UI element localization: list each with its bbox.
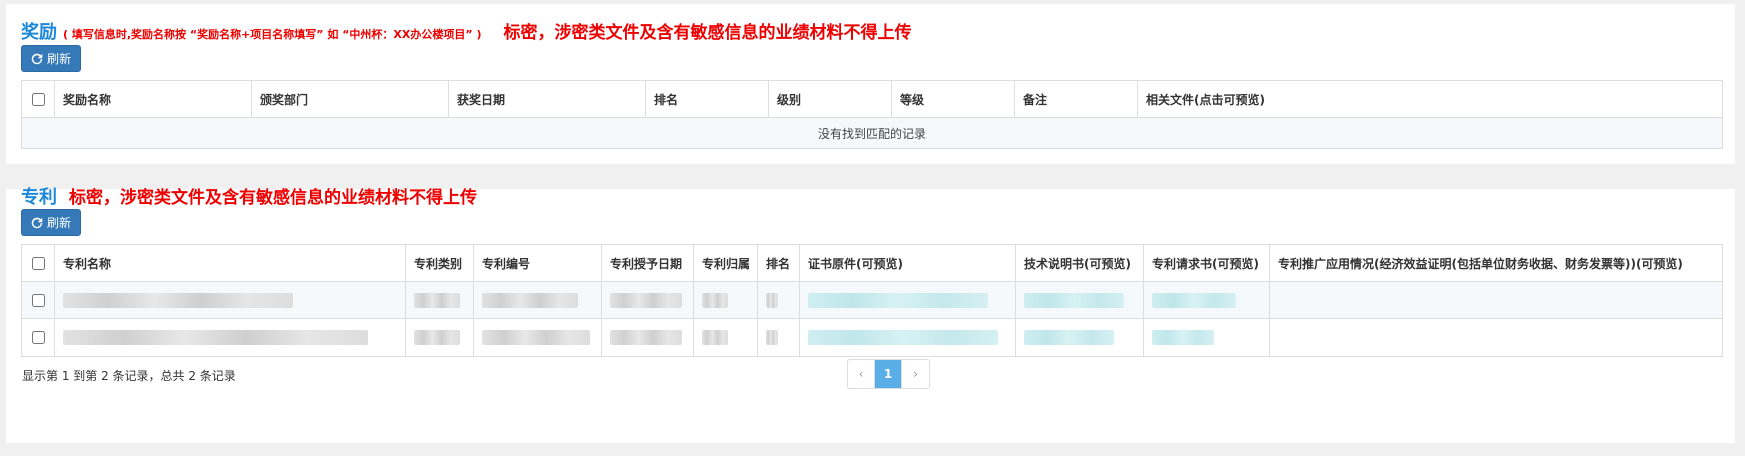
patents-col-header[interactable]: 证书原件(可预览) [800,245,1016,281]
redacted-text [766,330,778,345]
patent-owner-cell [694,319,758,356]
tech-spec-link-cell[interactable] [1016,319,1144,356]
patent-number-cell [474,319,602,356]
redacted-text [414,292,460,308]
row-checkbox[interactable] [31,331,45,344]
awards-col-header[interactable]: 获奖日期 [449,81,646,117]
redacted-text [482,330,590,345]
awards-warning: 标密，涉密类文件及含有敏感信息的业绩材料不得上传 [503,23,912,43]
application-link-cell [1270,282,1722,318]
redacted-link[interactable] [1024,292,1124,308]
patent-rank-cell [758,282,800,318]
redacted-link[interactable] [808,292,988,308]
patents-refresh-label: 刷新 [46,216,71,230]
awards-table: 奖励名称 颁奖部门 获奖日期 排名 级别 等级 备注 相关文件(点击可预览) 没… [21,80,1723,149]
patents-col-header[interactable]: 专利归属 [694,245,758,281]
awards-empty-text: 没有找到匹配的记录 [22,118,1722,148]
patent-number-cell [474,282,602,318]
tech-spec-link-cell[interactable] [1016,282,1144,318]
awards-col-header[interactable]: 级别 [769,81,892,117]
patents-title-row: 专利 标密，涉密类文件及含有敏感信息的业绩材料不得上传 [21,183,477,209]
redacted-text [610,292,682,308]
row-select-cell [22,282,55,318]
patents-col-header[interactable]: 专利名称 [55,245,406,281]
awards-refresh-button[interactable]: 刷新 [21,45,81,72]
patents-col-header[interactable]: 专利推广应用情况(经济效益证明(包括单位财务收据、财务发票等))(可预览) [1270,245,1722,281]
patent-rank-cell [758,319,800,356]
refresh-icon [31,53,43,64]
table-row[interactable] [22,319,1722,356]
patents-col-header[interactable]: 专利编号 [474,245,602,281]
awards-empty-row: 没有找到匹配的记录 [22,118,1722,148]
patents-col-header[interactable]: 专利请求书(可预览) [1144,245,1270,281]
awards-title: 奖励 [21,22,57,43]
patent-name-cell [55,282,406,318]
awards-col-header[interactable]: 备注 [1015,81,1138,117]
refresh-icon [31,217,43,228]
patent-category-cell [406,319,474,356]
table-row[interactable] [22,282,1722,319]
patent-date-cell [602,319,694,356]
redacted-link[interactable] [1152,292,1236,308]
redacted-link[interactable] [1024,330,1114,345]
redacted-text [63,330,368,345]
awards-panel: 奖励 ( 填写信息时,奖励名称按 “奖励名称+项目名称填写” 如 “中州杯：XX… [6,4,1735,164]
awards-col-header[interactable]: 相关文件(点击可预览) [1138,81,1722,117]
patents-select-all-cell [22,245,55,281]
awards-col-header[interactable]: 等级 [892,81,1015,117]
pagination-info: 显示第 1 到第 2 条记录，总共 2 条记录 [22,369,236,383]
patents-select-all-checkbox[interactable] [31,256,45,270]
pager-page-button[interactable]: 1 [875,360,902,388]
application-link-cell [1270,319,1722,356]
redacted-text [414,330,460,345]
request-link-cell[interactable] [1144,319,1270,356]
awards-title-row: 奖励 ( 填写信息时,奖励名称按 “奖励名称+项目名称填写” 如 “中州杯：XX… [21,18,911,44]
redacted-text [482,292,578,308]
patents-col-header[interactable]: 技术说明书(可预览) [1016,245,1144,281]
patents-panel: 专利 标密，涉密类文件及含有敏感信息的业绩材料不得上传 刷新 专利名称 专利类别… [6,187,1735,443]
awards-refresh-label: 刷新 [46,52,71,66]
redacted-text [702,292,728,308]
patents-col-header[interactable]: 排名 [758,245,800,281]
awards-select-all-cell [22,81,55,117]
patent-date-cell [602,282,694,318]
awards-col-header[interactable]: 颁奖部门 [252,81,449,117]
awards-col-header[interactable]: 奖励名称 [55,81,252,117]
patents-title: 专利 [21,187,57,208]
patents-warning: 标密，涉密类文件及含有敏感信息的业绩材料不得上传 [69,188,477,208]
patent-name-cell [55,319,406,356]
row-select-cell [22,319,55,356]
awards-table-header: 奖励名称 颁奖部门 获奖日期 排名 级别 等级 备注 相关文件(点击可预览) [22,81,1722,118]
patent-owner-cell [694,282,758,318]
patents-col-header[interactable]: 专利授予日期 [602,245,694,281]
awards-select-all-checkbox[interactable] [31,92,45,106]
patents-table: 专利名称 专利类别 专利编号 专利授予日期 专利归属 排名 证书原件(可预览) … [21,244,1723,357]
pager-prev-button[interactable]: ‹ [848,360,875,388]
patents-table-header: 专利名称 专利类别 专利编号 专利授予日期 专利归属 排名 证书原件(可预览) … [22,245,1722,282]
patents-refresh-button[interactable]: 刷新 [21,209,81,236]
redacted-link[interactable] [808,330,998,345]
redacted-link[interactable] [1152,330,1214,345]
redacted-text [63,292,293,308]
certificate-link-cell[interactable] [800,319,1016,356]
pager-next-button[interactable]: › [902,360,929,388]
certificate-link-cell[interactable] [800,282,1016,318]
awards-hint: ( 填写信息时,奖励名称按 “奖励名称+项目名称填写” 如 “中州杯：XX办公楼… [63,28,482,41]
awards-col-header[interactable]: 排名 [646,81,769,117]
patent-category-cell [406,282,474,318]
redacted-text [702,330,728,345]
patents-col-header[interactable]: 专利类别 [406,245,474,281]
redacted-text [610,330,682,345]
request-link-cell[interactable] [1144,282,1270,318]
redacted-text [766,292,778,308]
row-checkbox[interactable] [31,293,45,307]
pagination: ‹ 1 › [847,359,930,389]
